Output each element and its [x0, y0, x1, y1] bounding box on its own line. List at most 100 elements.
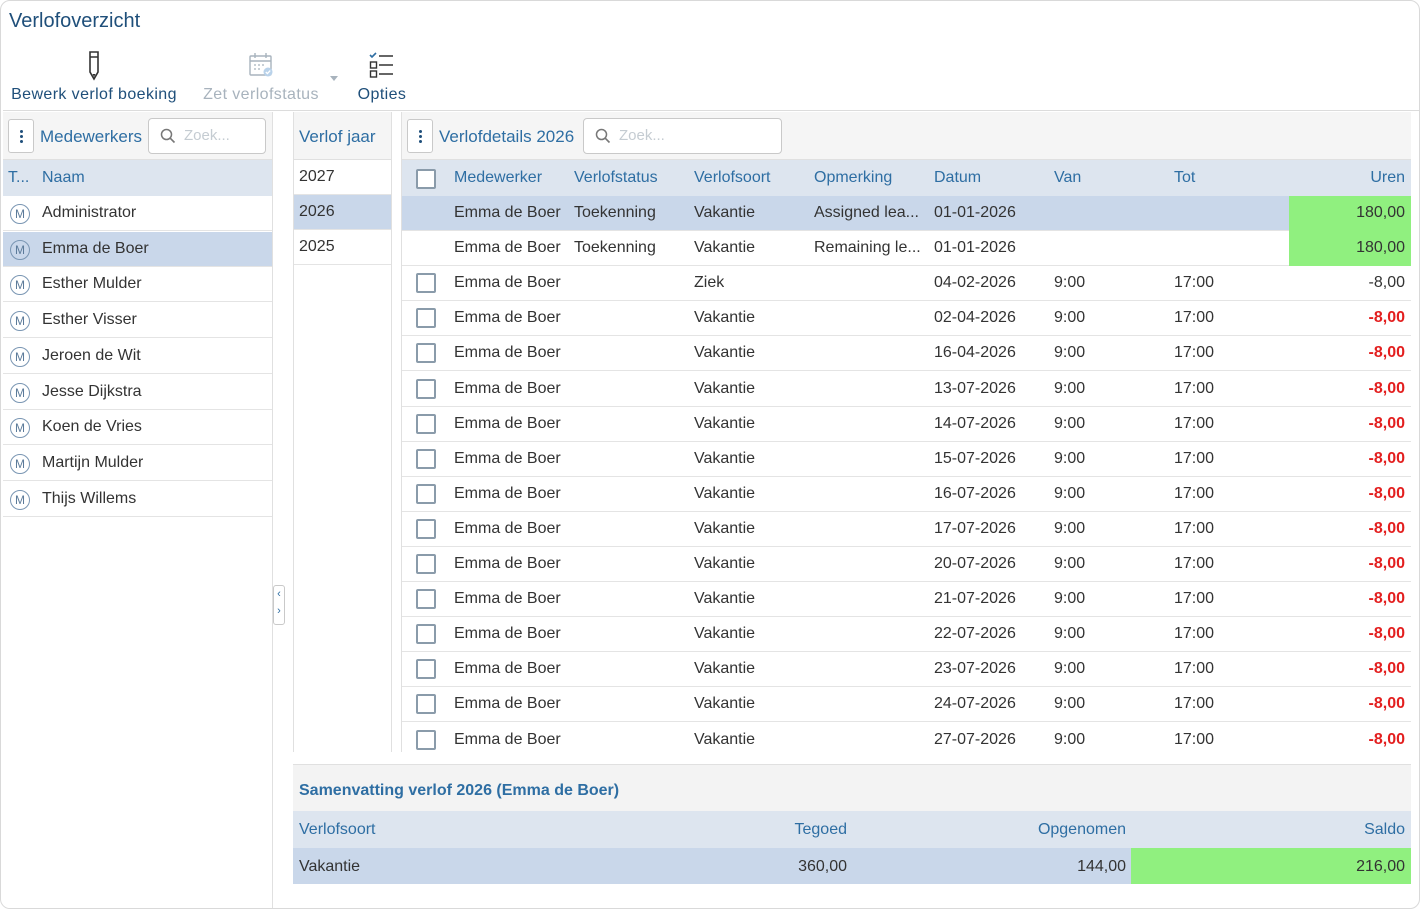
leave-row[interactable]: Emma de Boer Vakantie 16-07-2026 9:00 17:00 -…	[402, 477, 1411, 512]
employees-search-input[interactable]: Zoek...	[148, 118, 266, 154]
leave-row[interactable]: Emma de Boer Vakantie 17-07-2026 9:00 17:00 -…	[402, 512, 1411, 547]
summary-col-tegoed[interactable]: Tegoed	[795, 821, 848, 839]
row-checkbox[interactable]	[416, 624, 436, 645]
cell-status: Toekenning	[574, 204, 656, 221]
set-leave-status-button[interactable]: Zet verlofstatus	[195, 47, 327, 109]
cell-uren: -8,00	[1368, 344, 1405, 362]
col-tot[interactable]: Tot	[1174, 169, 1195, 187]
cell-datum: 16-07-2026	[934, 484, 1016, 502]
splitter-toggle[interactable]: ‹ ›	[273, 585, 285, 625]
cell-uren: -8,00	[1368, 309, 1405, 327]
row-checkbox[interactable]	[416, 343, 436, 364]
row-checkbox[interactable]	[416, 448, 436, 469]
employee-row[interactable]: M Thijs Willems	[3, 482, 272, 517]
row-checkbox[interactable]	[416, 378, 436, 399]
year-row[interactable]: 2025	[294, 230, 391, 266]
panel-divider	[272, 112, 273, 908]
options-button[interactable]: Opties	[353, 47, 411, 109]
col-medewerker[interactable]: Medewerker	[454, 169, 542, 187]
pencil-icon	[89, 51, 99, 81]
cell-uren: -8,00	[1368, 414, 1405, 432]
cell-uren: -8,00	[1368, 555, 1405, 572]
row-checkbox[interactable]	[416, 659, 436, 680]
details-table-body[interactable]: Emma de Boer Toekenning Vakantie Assigned l…	[402, 196, 1411, 752]
leave-row[interactable]: Emma de Boer Vakantie 22-07-2026 9:00 17:00 -…	[402, 617, 1411, 653]
cell-datum: 16-04-2026	[934, 344, 1016, 362]
details-menu-button[interactable]	[407, 119, 433, 153]
col-van[interactable]: Van	[1054, 169, 1081, 187]
employee-name: Emma de Boer	[42, 239, 149, 257]
leave-row[interactable]: Emma de Boer Vakantie 13-07-2026 9:00 17:00 -…	[402, 372, 1411, 407]
details-panel-header: Verlofdetails 2026 Zoek...	[402, 112, 1411, 160]
cell-soort: Vakantie	[694, 414, 756, 432]
employee-row[interactable]: M Jesse Dijkstra	[3, 375, 272, 410]
employee-row[interactable]: M Koen de Vries	[3, 410, 272, 446]
edit-leave-booking-button[interactable]: Bewerk verlof boeking	[5, 47, 183, 109]
employee-row[interactable]: M Administrator	[3, 196, 272, 231]
summary-col-verlofsoort[interactable]: Verlofsoort	[299, 821, 375, 839]
search-icon	[595, 128, 611, 144]
row-checkbox[interactable]	[416, 483, 436, 504]
details-search-input[interactable]: Zoek...	[583, 118, 782, 154]
cell-datum: 01-01-2026	[934, 204, 1016, 221]
col-type[interactable]: T...	[8, 169, 29, 187]
row-checkbox[interactable]	[416, 554, 436, 574]
leave-row[interactable]: Emma de Boer Toekenning Vakantie Assigned l…	[402, 196, 1411, 231]
employee-row[interactable]: M Esther Mulder	[3, 267, 272, 303]
leave-row[interactable]: Emma de Boer Vakantie 27-07-2026 9:00 17:00 -…	[402, 723, 1411, 753]
summary-row[interactable]: Vakantie 360,00 144,00 216,00	[293, 848, 1411, 884]
employees-column-header: T... Naam	[3, 160, 272, 196]
cell-soort: Vakantie	[694, 730, 756, 748]
leave-row[interactable]: Emma de Boer Vakantie 21-07-2026 9:00 17:00 -…	[402, 582, 1411, 618]
employee-row[interactable]: M Emma de Boer	[3, 231, 272, 267]
cell-uren: -8,00	[1368, 695, 1405, 713]
cell-soort: Vakantie	[694, 484, 756, 502]
col-datum[interactable]: Datum	[934, 169, 981, 187]
employees-panel-title: Medewerkers	[40, 127, 143, 146]
employees-menu-button[interactable]	[8, 119, 34, 153]
leave-row[interactable]: Emma de Boer Toekenning Vakantie Remaining …	[402, 231, 1411, 267]
cell-uren: -8,00	[1368, 625, 1405, 643]
cell-datum: 17-07-2026	[934, 519, 1016, 537]
cell-soort: Vakantie	[694, 449, 756, 467]
leave-row[interactable]: Emma de Boer Ziek 04-02-2026 9:00 17:00 -8,00	[402, 266, 1411, 302]
year-row[interactable]: 2026	[294, 195, 391, 231]
checklist-icon	[369, 52, 393, 78]
chevron-down-icon[interactable]	[330, 76, 338, 81]
employee-row[interactable]: M Martijn Mulder	[3, 446, 272, 481]
employee-name: Esther Mulder	[42, 275, 142, 293]
row-checkbox[interactable]	[416, 413, 436, 434]
member-badge-icon: M	[10, 239, 30, 260]
row-checkbox[interactable]	[416, 589, 436, 610]
employee-name: Thijs Willems	[42, 489, 137, 507]
leave-row[interactable]: Emma de Boer Vakantie 16-04-2026 9:00 17:00 -…	[402, 336, 1411, 372]
employee-row[interactable]: M Esther Visser	[3, 303, 272, 339]
leave-row[interactable]: Emma de Boer Vakantie 24-07-2026 9:00 17:00 -…	[402, 687, 1411, 723]
cell-soort: Vakantie	[694, 660, 756, 678]
summary-col-saldo[interactable]: Saldo	[1364, 821, 1405, 839]
employee-row[interactable]: M Jeroen de Wit	[3, 339, 272, 374]
summary-tegoed: 360,00	[798, 858, 847, 875]
leave-row[interactable]: Emma de Boer Vakantie 23-07-2026 9:00 17:00 -…	[402, 652, 1411, 688]
leave-row[interactable]: Emma de Boer Vakantie 20-07-2026 9:00 17:00 -…	[402, 547, 1411, 582]
row-checkbox[interactable]	[416, 694, 436, 715]
col-uren[interactable]: Uren	[1370, 169, 1405, 187]
col-name[interactable]: Naam	[42, 169, 85, 187]
row-checkbox[interactable]	[416, 518, 436, 539]
cell-datum: 20-07-2026	[934, 555, 1016, 572]
col-verlofstatus[interactable]: Verlofstatus	[574, 169, 658, 187]
row-checkbox[interactable]	[416, 729, 436, 750]
member-badge-icon: M	[10, 382, 30, 403]
cell-van: 9:00	[1054, 590, 1086, 608]
leave-row[interactable]: Emma de Boer Vakantie 14-07-2026 9:00 17:00 -…	[402, 407, 1411, 442]
col-verlofsoort[interactable]: Verlofsoort	[694, 169, 770, 187]
col-opmerking[interactable]: Opmerking	[814, 169, 892, 187]
row-checkbox[interactable]	[416, 308, 436, 329]
leave-row[interactable]: Emma de Boer Vakantie 02-04-2026 9:00 17:00 -…	[402, 301, 1411, 337]
cell-tot: 17:00	[1174, 695, 1215, 713]
select-all-checkbox[interactable]	[416, 169, 436, 189]
row-checkbox[interactable]	[416, 273, 436, 294]
leave-row[interactable]: Emma de Boer Vakantie 15-07-2026 9:00 17:00 -…	[402, 442, 1411, 477]
summary-col-opgenomen[interactable]: Opgenomen	[1038, 821, 1126, 839]
year-row[interactable]: 2027	[294, 160, 391, 195]
